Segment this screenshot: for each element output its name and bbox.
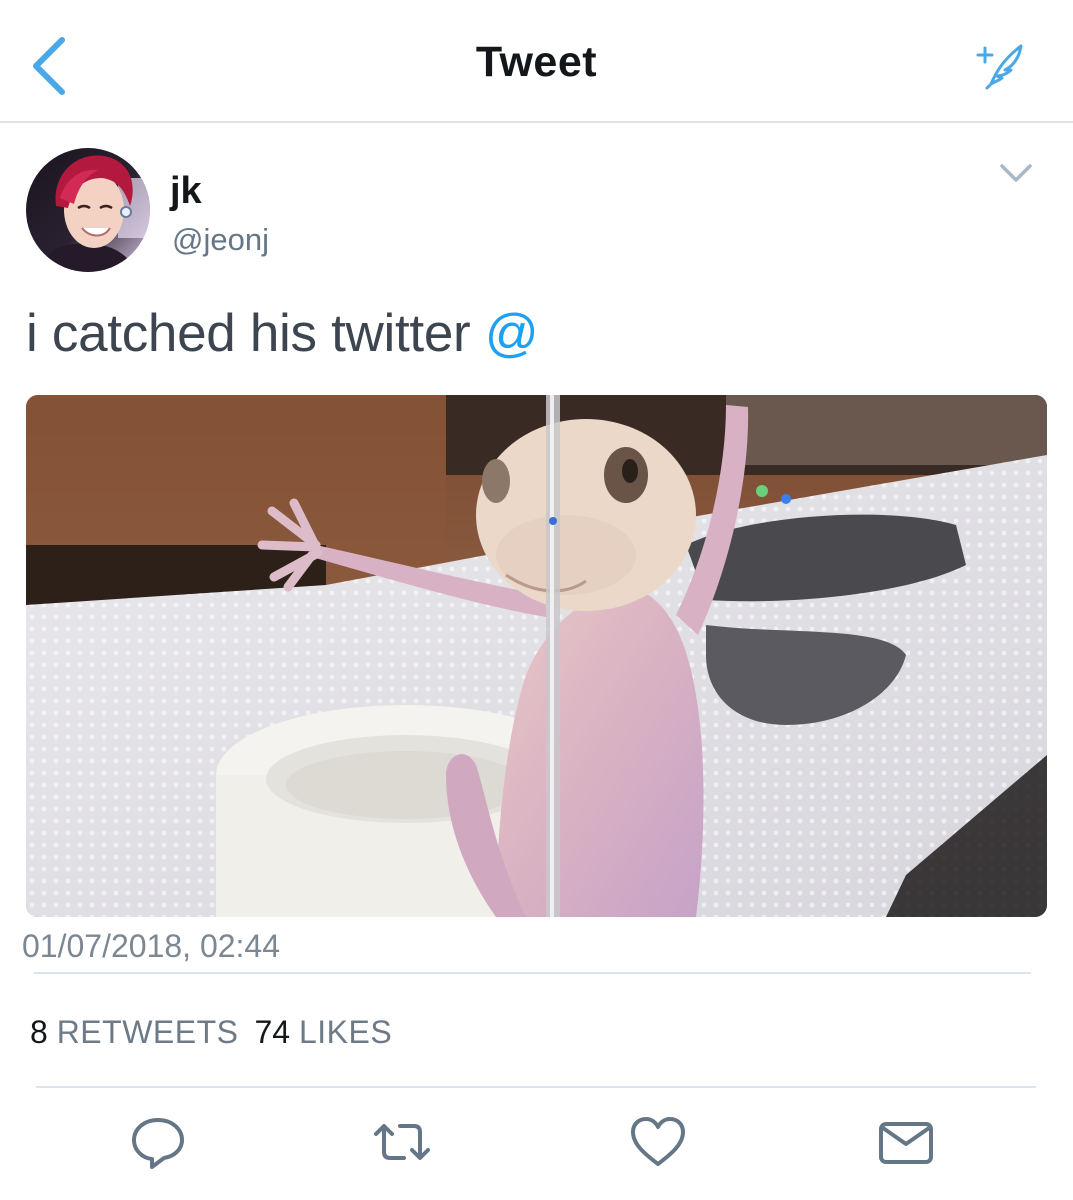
retweet-button[interactable] [372,1112,432,1172]
avatar[interactable] [26,148,150,272]
envelope-icon [879,1122,933,1164]
heart-icon [631,1117,685,1166]
likes-stat[interactable]: 74 LIKES [254,1014,392,1050]
direct-message-button[interactable] [876,1112,936,1172]
like-button[interactable] [628,1112,688,1172]
tweet-text-body: i catched his twitter [26,304,485,363]
compose-tweet-button[interactable] [975,40,1025,90]
retweets-count: 8 [30,1014,48,1050]
tweet-stats: 8 RETWEETS 74 LIKES [30,1014,392,1051]
reply-bubble-icon [132,1118,184,1169]
chevron-down-icon [1000,164,1032,182]
author-handle[interactable]: @jeonj [172,222,269,258]
top-navigation-bar: Tweet [0,0,1073,123]
author-display-name[interactable]: jk [170,170,202,213]
profile-photo [26,148,150,272]
retweets-stat[interactable]: 8 RETWEETS [30,1014,238,1050]
tweet-options-button[interactable] [996,158,1036,190]
divider [34,972,1031,974]
reply-button[interactable] [128,1112,188,1172]
likes-count: 74 [254,1014,291,1050]
likes-label: LIKES [298,1014,393,1050]
retweet-arrows-icon [374,1124,430,1160]
tweet-media-image[interactable] [26,395,1047,917]
compose-sparkle-icon [976,44,1023,90]
page-title: Tweet [475,38,598,86]
tweet-text: i catched his twitter @ [26,303,539,364]
mention-link[interactable]: @ [485,304,539,363]
divider [36,1086,1036,1088]
retweets-label: RETWEETS [56,1014,239,1050]
gecko-photo [26,395,1047,917]
tweet-timestamp: 01/07/2018, 02:44 [22,928,281,964]
